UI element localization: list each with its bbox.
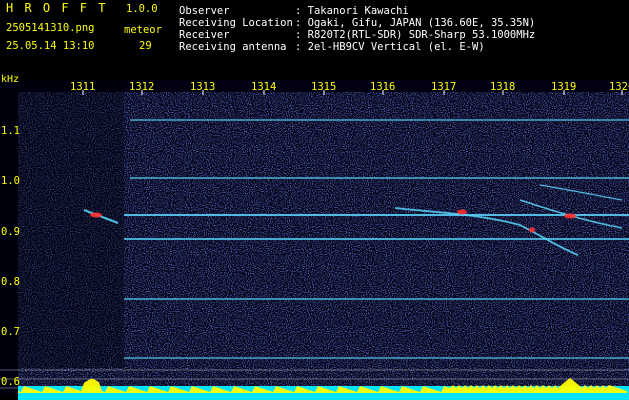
- x-tick-label: 1313: [190, 81, 215, 93]
- x-tick-label: 1317: [431, 81, 456, 93]
- x-tick-label: 1318: [490, 81, 515, 93]
- x-tick-label: 1311: [70, 81, 95, 93]
- y-tick-label: 0.7: [1, 326, 20, 338]
- y-tick-label: 0.9: [1, 226, 20, 238]
- echo-band: [130, 177, 629, 179]
- x-tick-label: 1319: [551, 81, 576, 93]
- y-tick-label: 0.8: [1, 276, 20, 288]
- echo-band: [130, 119, 629, 121]
- x-tick-label: 1320: [609, 81, 629, 93]
- meteor-head: [564, 213, 576, 219]
- echo-band: [124, 238, 629, 240]
- meteor-head: [457, 209, 467, 215]
- spectrogram: 1311 1312 1313 1314 1315 1316 1317 1318 1319 1320…: [0, 74, 629, 400]
- y-tick-label: 0.6: [1, 376, 20, 388]
- meteor-head: [90, 212, 102, 218]
- spectrum-floor: [18, 393, 629, 400]
- y-tick-label: 1.1: [1, 125, 20, 137]
- x-tick-label: 1314: [251, 81, 276, 93]
- y-axis-unit: kHz: [1, 74, 19, 85]
- x-tick-label: 1316: [370, 81, 395, 93]
- y-tick-label: 1.0: [1, 175, 20, 187]
- echo-band: [124, 298, 629, 300]
- pre-recording-zone: [0, 80, 124, 368]
- echo-band: [124, 214, 629, 216]
- meteor-head: [529, 227, 535, 233]
- echo-band: [124, 357, 629, 359]
- x-tick-label: 1315: [311, 81, 336, 93]
- x-tick-label: 1312: [129, 81, 154, 93]
